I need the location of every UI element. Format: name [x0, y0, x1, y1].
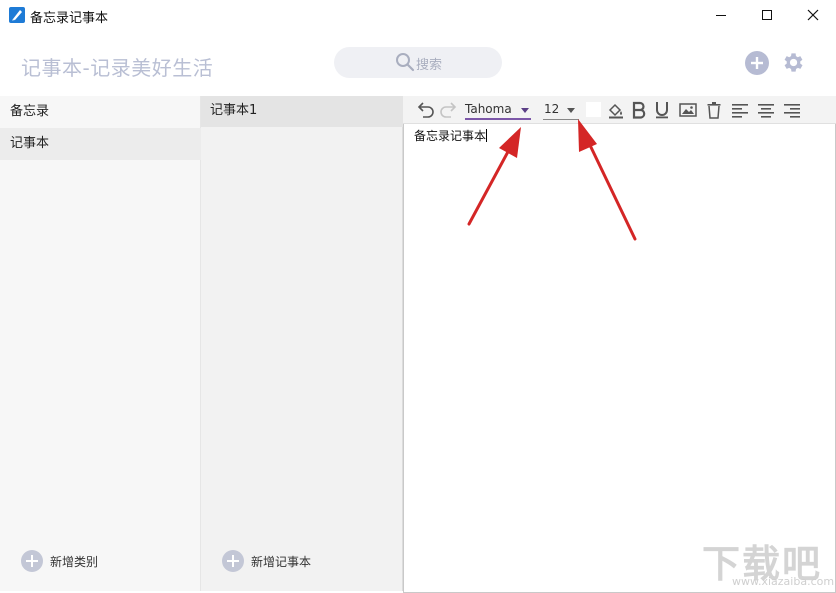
- category-label: 记事本: [10, 136, 50, 151]
- app-header: 记事本-记录美好生活 搜索: [0, 30, 836, 96]
- note-text-area[interactable]: 备忘录记事本: [403, 124, 836, 593]
- undo-icon: [417, 102, 434, 118]
- add-category-label: 新增类别: [50, 554, 99, 569]
- align-right-button[interactable]: [782, 100, 802, 120]
- redo-button[interactable]: [438, 100, 460, 120]
- watermark-logo: 下载吧 www.xiazaiba.com: [702, 535, 835, 590]
- formatting-toolbar: Tahoma 12: [403, 96, 836, 124]
- minimize-icon: [716, 15, 726, 16]
- app-brand-title: 记事本-记录美好生活: [21, 56, 214, 80]
- align-center-icon: [758, 104, 774, 118]
- title-bar: 备忘录记事本: [0, 0, 836, 30]
- fill-color-button[interactable]: [606, 100, 626, 120]
- fill-color-icon: [608, 103, 623, 119]
- text-color-swatch[interactable]: [586, 102, 601, 117]
- plus-circle-icon: [222, 550, 244, 572]
- category-pane: 备忘录 记事本 新增类别: [0, 96, 201, 591]
- gear-icon[interactable]: [780, 50, 805, 75]
- search-icon: [396, 53, 415, 72]
- bold-button[interactable]: [630, 100, 648, 120]
- note-list-pane: 记事本1 新增记事本: [201, 96, 403, 591]
- insert-image-button[interactable]: [678, 100, 698, 120]
- search-box[interactable]: 搜索: [334, 47, 502, 78]
- watermark-url: www.xiazaiba.com: [732, 575, 835, 588]
- trash-icon: [707, 102, 721, 119]
- add-note-label: 新增记事本: [251, 554, 312, 569]
- align-left-button[interactable]: [730, 100, 750, 120]
- underline-button[interactable]: [653, 100, 671, 120]
- bold-icon: [632, 101, 646, 119]
- align-right-icon: [784, 104, 800, 118]
- undo-button[interactable]: [414, 100, 436, 120]
- note-content: 备忘录记事本: [414, 127, 488, 144]
- align-center-button[interactable]: [756, 100, 776, 120]
- font-family-select[interactable]: Tahoma: [465, 100, 531, 120]
- note-list-item[interactable]: 记事本1: [201, 96, 403, 127]
- align-left-icon: [732, 104, 748, 118]
- underline-icon: [656, 102, 668, 119]
- font-size-value: 12: [544, 102, 560, 116]
- font-family-value: Tahoma: [465, 102, 512, 116]
- close-icon: [807, 9, 819, 21]
- delete-button[interactable]: [705, 100, 723, 120]
- window-title: 备忘录记事本: [30, 11, 109, 26]
- category-item[interactable]: 备忘录: [0, 96, 201, 128]
- add-button[interactable]: [745, 51, 769, 75]
- search-placeholder: 搜索: [416, 58, 443, 73]
- category-label: 备忘录: [10, 104, 50, 119]
- font-size-select[interactable]: 12: [543, 100, 579, 120]
- redo-icon: [440, 102, 457, 118]
- plus-circle-icon: [21, 550, 43, 572]
- maximize-icon: [762, 10, 772, 20]
- app-logo-icon: [9, 7, 25, 23]
- close-button[interactable]: [790, 0, 836, 30]
- note-title: 记事本1: [210, 103, 258, 118]
- chevron-down-icon: [521, 108, 529, 113]
- plus-circle-icon: [751, 57, 763, 69]
- maximize-button[interactable]: [744, 0, 790, 30]
- text-caret: [486, 129, 488, 142]
- image-icon: [679, 103, 697, 117]
- note-content-text: 备忘录记事本: [414, 129, 487, 143]
- add-note-button[interactable]: 新增记事本: [222, 549, 311, 573]
- add-category-button[interactable]: 新增类别: [21, 549, 98, 573]
- chevron-down-icon: [567, 108, 575, 113]
- category-item-active[interactable]: 记事本: [0, 128, 201, 160]
- minimize-button[interactable]: [698, 0, 744, 30]
- editor-panel: Tahoma 12 备忘录记事本: [403, 96, 836, 593]
